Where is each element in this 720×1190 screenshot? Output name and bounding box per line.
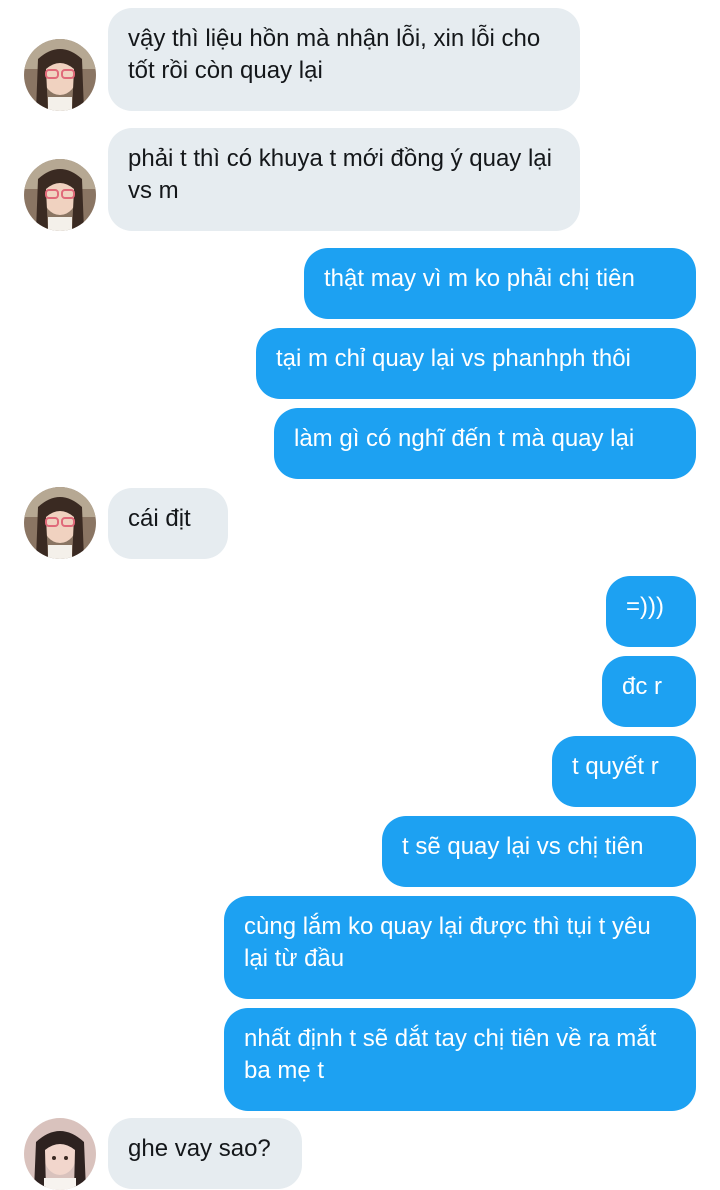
profile-photo-icon <box>24 39 96 111</box>
profile-photo-icon <box>24 487 96 559</box>
message-text: đc r <box>622 673 663 700</box>
message-text: =))) <box>626 593 664 620</box>
message-text: t quyết r <box>572 753 659 780</box>
message-text: nhất định t sẽ dắt tay chị tiên về ra mắ… <box>244 1025 657 1084</box>
avatar[interactable] <box>24 39 96 111</box>
outgoing-message-bubble[interactable]: t sẽ quay lại vs chị tiên <box>382 816 696 887</box>
outgoing-message-bubble[interactable]: =))) <box>606 576 696 647</box>
message-text: cái địt <box>128 505 191 532</box>
message-text: cùng lắm ko quay lại được thì tụi t yêu … <box>244 913 651 972</box>
avatar[interactable] <box>24 487 96 559</box>
outgoing-message-bubble[interactable]: làm gì có nghĩ đến t mà quay lại <box>274 408 696 479</box>
profile-photo-icon <box>24 159 96 231</box>
message-thread[interactable]: vậy thì liệu hồn mà nhận lỗi, xin lỗi ch… <box>0 0 720 1190</box>
avatar[interactable] <box>24 1118 96 1190</box>
incoming-message-bubble[interactable]: vậy thì liệu hồn mà nhận lỗi, xin lỗi ch… <box>108 8 580 111</box>
outgoing-message-bubble[interactable]: nhất định t sẽ dắt tay chị tiên về ra mắ… <box>224 1008 696 1111</box>
outgoing-message-bubble[interactable]: tại m chỉ quay lại vs phanhph thôi <box>256 328 696 399</box>
message-text: vậy thì liệu hồn mà nhận lỗi, xin lỗi ch… <box>128 25 541 84</box>
outgoing-message-bubble[interactable]: t quyết r <box>552 736 696 807</box>
outgoing-message-bubble[interactable]: cùng lắm ko quay lại được thì tụi t yêu … <box>224 896 696 999</box>
profile-photo-icon <box>24 1118 96 1190</box>
incoming-message-bubble[interactable]: phải t thì có khuya t mới đồng ý quay lạ… <box>108 128 580 231</box>
incoming-message-bubble[interactable]: cái địt <box>108 488 228 559</box>
message-text: ghe vay sao? <box>128 1135 271 1162</box>
outgoing-message-bubble[interactable]: thật may vì m ko phải chị tiên <box>304 248 696 319</box>
avatar[interactable] <box>24 159 96 231</box>
message-text: thật may vì m ko phải chị tiên <box>324 265 635 292</box>
incoming-message-bubble[interactable]: ghe vay sao? <box>108 1118 302 1189</box>
message-text: làm gì có nghĩ đến t mà quay lại <box>294 425 635 452</box>
message-text: phải t thì có khuya t mới đồng ý quay lạ… <box>128 145 552 204</box>
message-text: tại m chỉ quay lại vs phanhph thôi <box>276 345 631 372</box>
message-text: t sẽ quay lại vs chị tiên <box>402 833 644 860</box>
outgoing-message-bubble[interactable]: đc r <box>602 656 696 727</box>
